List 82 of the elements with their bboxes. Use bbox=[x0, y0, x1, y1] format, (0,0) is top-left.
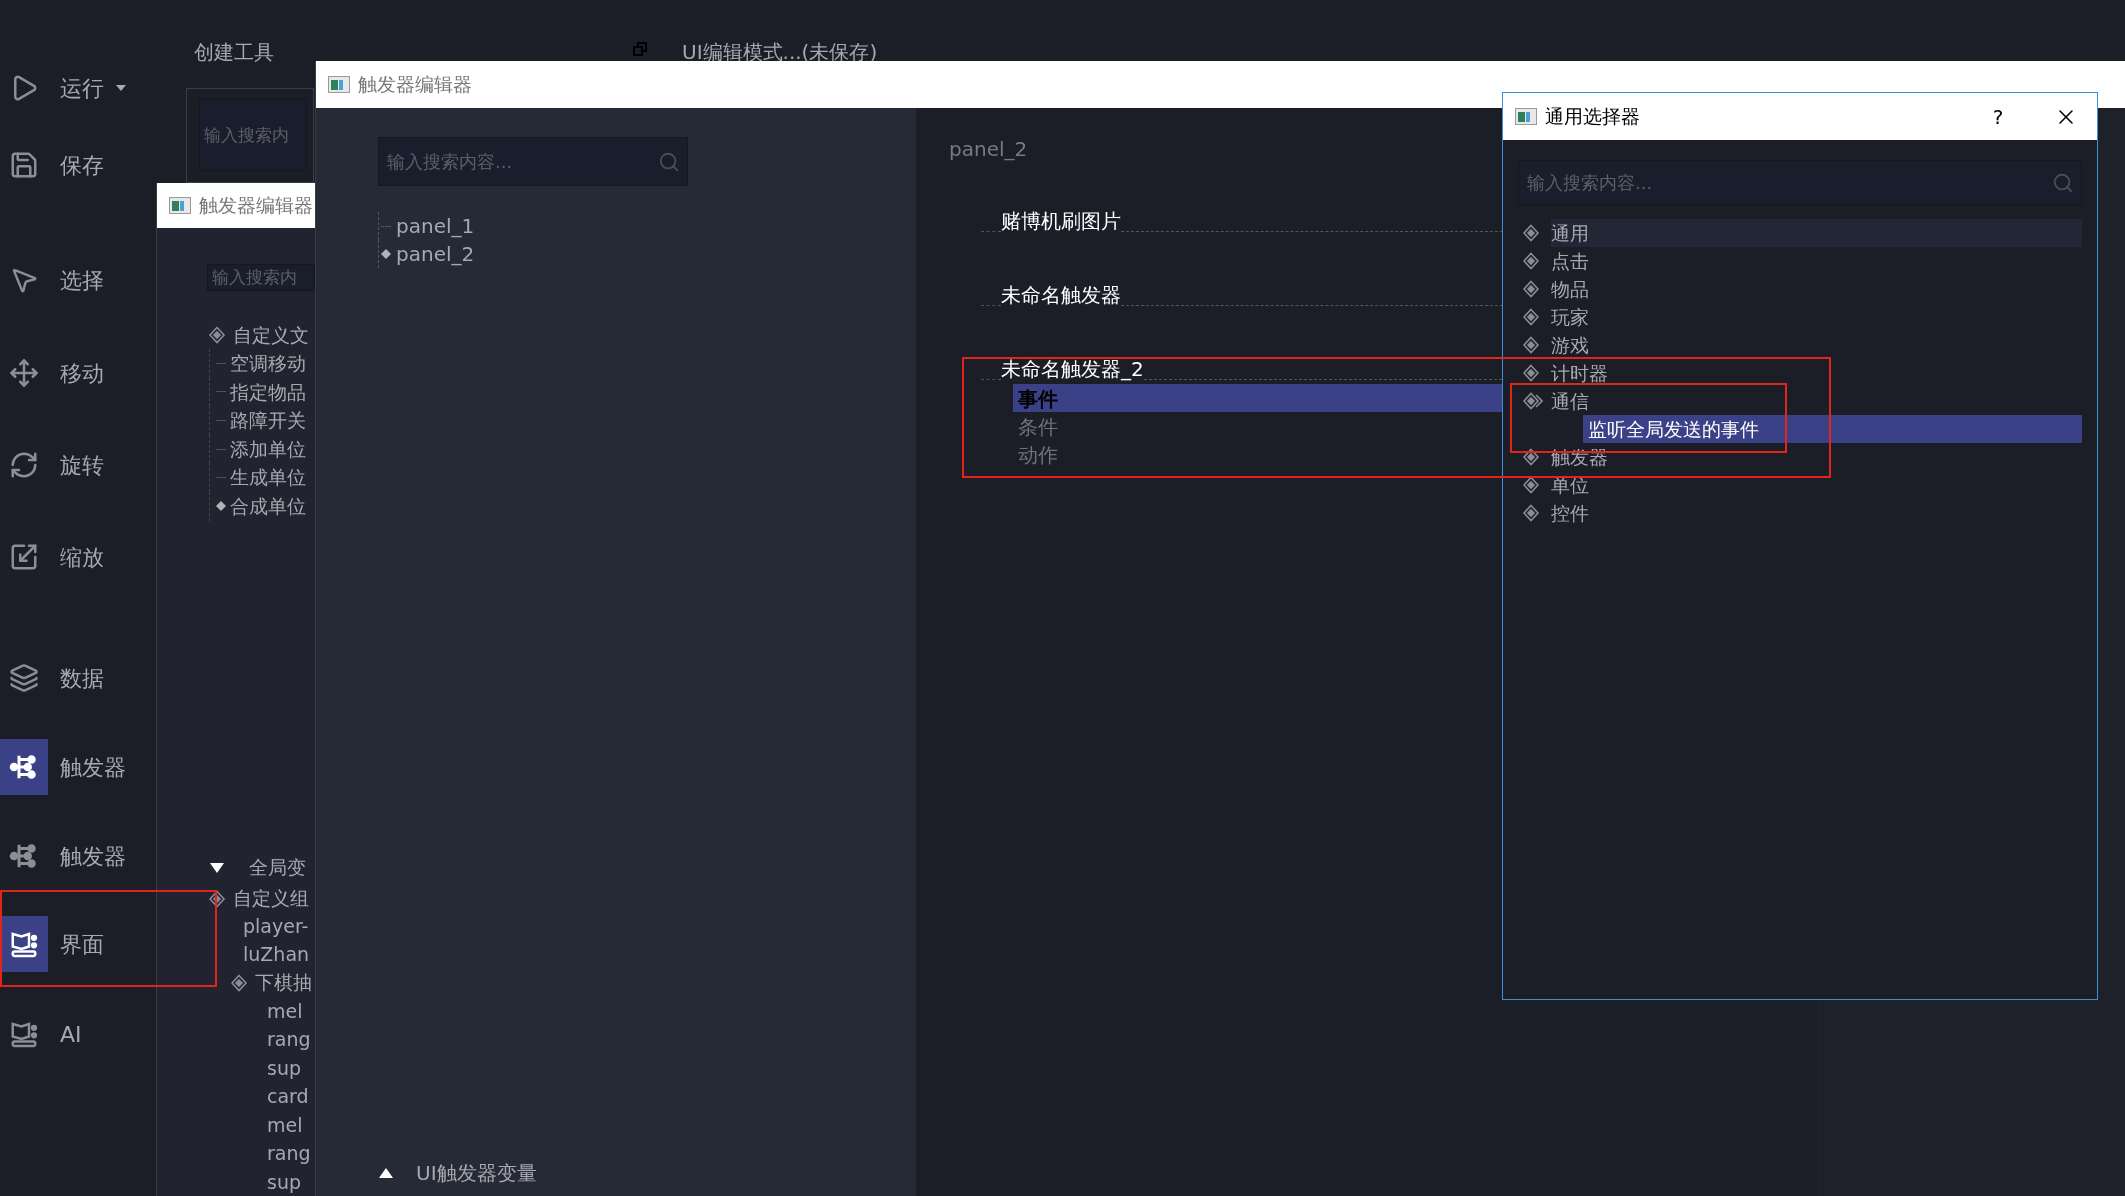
sidebar-label: 缩放 bbox=[60, 543, 104, 572]
sidebar-item[interactable]: 旋转 bbox=[0, 437, 156, 493]
sidebar-item[interactable]: 触发器 bbox=[0, 828, 156, 884]
layers-icon bbox=[9, 663, 39, 693]
tree-item[interactable]: mel bbox=[209, 1110, 316, 1139]
window-icon bbox=[1515, 108, 1537, 125]
sidebar-label: 数据 bbox=[60, 664, 104, 693]
sidebar-label: 选择 bbox=[60, 266, 104, 295]
help-button[interactable]: ? bbox=[1983, 101, 2013, 132]
sidebar-item[interactable]: 保存 bbox=[0, 137, 156, 193]
search-field[interactable]: 输入搜索内 bbox=[199, 99, 307, 171]
category-item[interactable]: 通用 bbox=[1551, 219, 2082, 247]
sidebar-item[interactable]: 选择 bbox=[0, 252, 156, 308]
tree-item[interactable]: 指定物品 bbox=[230, 377, 306, 407]
tree-item[interactable]: 添加单位 bbox=[230, 434, 306, 464]
sidebar-item[interactable]: 运行 bbox=[0, 60, 156, 116]
tree-item[interactable]: player- bbox=[243, 912, 309, 941]
category-item[interactable]: 计时器 bbox=[1551, 359, 2082, 387]
tree-item[interactable]: rang bbox=[209, 1139, 316, 1168]
branch-icon bbox=[9, 841, 39, 871]
tree-item[interactable]: sup bbox=[209, 1053, 316, 1082]
search-field[interactable]: 输入搜索内容... bbox=[1518, 160, 2082, 205]
tree-item[interactable]: 自定义文 bbox=[233, 320, 309, 350]
search-field[interactable]: 输入搜索内容... bbox=[378, 137, 688, 186]
tree-item[interactable]: 生成单位 bbox=[230, 463, 306, 492]
collapse-triangle-icon[interactable] bbox=[209, 861, 225, 874]
panel-heading: panel_2 bbox=[949, 136, 1029, 163]
sidebar-label: 触发器 bbox=[60, 753, 126, 782]
search-field[interactable]: 输入搜索内 bbox=[207, 264, 315, 291]
sidebar-item[interactable]: 触发器 bbox=[0, 739, 156, 795]
trigger-item[interactable]: 未命名触发器_2 bbox=[1001, 354, 1144, 384]
tree-item[interactable]: 自定义组 bbox=[233, 884, 309, 913]
sidebar-item[interactable]: 界面 bbox=[0, 916, 156, 972]
search-icon bbox=[658, 150, 680, 173]
tree-item[interactable]: 空调移动 bbox=[230, 349, 306, 378]
rotate-icon bbox=[9, 450, 39, 480]
category-item[interactable]: 物品 bbox=[1551, 275, 2082, 303]
tree-item[interactable]: panel_1 bbox=[396, 211, 475, 241]
tree-item[interactable]: 下棋抽 bbox=[255, 968, 312, 997]
sidebar-label: 旋转 bbox=[60, 451, 104, 480]
tree-item[interactable]: card bbox=[209, 1082, 316, 1111]
sidebar-item[interactable]: 缩放 bbox=[0, 529, 156, 585]
category-item[interactable]: 玩家 bbox=[1551, 303, 2082, 331]
move-arrows-icon bbox=[9, 358, 39, 388]
window-icon bbox=[169, 197, 191, 214]
sidebar-label: 保存 bbox=[60, 151, 104, 180]
category-item[interactable]: 控件 bbox=[1551, 499, 2082, 527]
window-title: 触发器编辑器 bbox=[199, 193, 313, 219]
sidebar-label: 触发器 bbox=[60, 842, 126, 871]
window-title: 触发器编辑器 bbox=[358, 72, 472, 98]
search-icon bbox=[2052, 171, 2074, 194]
sidebar-label: 界面 bbox=[60, 930, 104, 959]
double-diamond-icon bbox=[1523, 392, 1543, 410]
section-label[interactable]: 全局变 bbox=[249, 853, 306, 882]
window-icon bbox=[328, 76, 350, 93]
section-label[interactable]: UI触发器变量 bbox=[416, 1158, 537, 1188]
tree-item[interactable]: mel bbox=[209, 996, 316, 1025]
category-item[interactable]: 单位 bbox=[1551, 471, 2082, 499]
save-icon bbox=[9, 150, 39, 180]
category-item[interactable]: 游戏 bbox=[1551, 331, 2082, 359]
tree-item[interactable]: sup bbox=[209, 1167, 316, 1196]
sidebar-label: 运行 bbox=[60, 74, 104, 103]
tree-item[interactable]: panel_2 bbox=[396, 239, 475, 269]
sidebar-label: AI bbox=[60, 1020, 82, 1049]
trigger-item[interactable]: 未命名触发器 bbox=[1001, 280, 1121, 310]
category-item[interactable]: 点击 bbox=[1551, 247, 2082, 275]
expand-triangle-icon[interactable] bbox=[378, 1167, 394, 1179]
tree-item[interactable]: 合成单位 bbox=[230, 491, 306, 521]
scale-icon bbox=[9, 542, 39, 572]
tree-item[interactable]: rang bbox=[209, 1025, 316, 1054]
mode-label: UI编辑模式...(未保存) bbox=[682, 39, 878, 66]
trigger-item[interactable]: 赌博机刷图片 bbox=[1001, 206, 1121, 236]
sidebar-item[interactable]: AI bbox=[0, 1006, 156, 1062]
panel-title: 创建工具 bbox=[194, 39, 274, 66]
event-item[interactable]: 监听全局发送的事件 bbox=[1583, 415, 2082, 443]
tree-item[interactable]: luZhan bbox=[243, 940, 310, 969]
sidebar-item[interactable]: 移动 bbox=[0, 345, 156, 401]
sidebar-label: 移动 bbox=[60, 359, 104, 388]
sidebar-item[interactable]: 数据 bbox=[0, 650, 156, 706]
dialog-title: 通用选择器 bbox=[1545, 104, 1640, 130]
tree-item[interactable]: 路障开关 bbox=[230, 406, 306, 435]
branch-icon bbox=[9, 752, 39, 782]
